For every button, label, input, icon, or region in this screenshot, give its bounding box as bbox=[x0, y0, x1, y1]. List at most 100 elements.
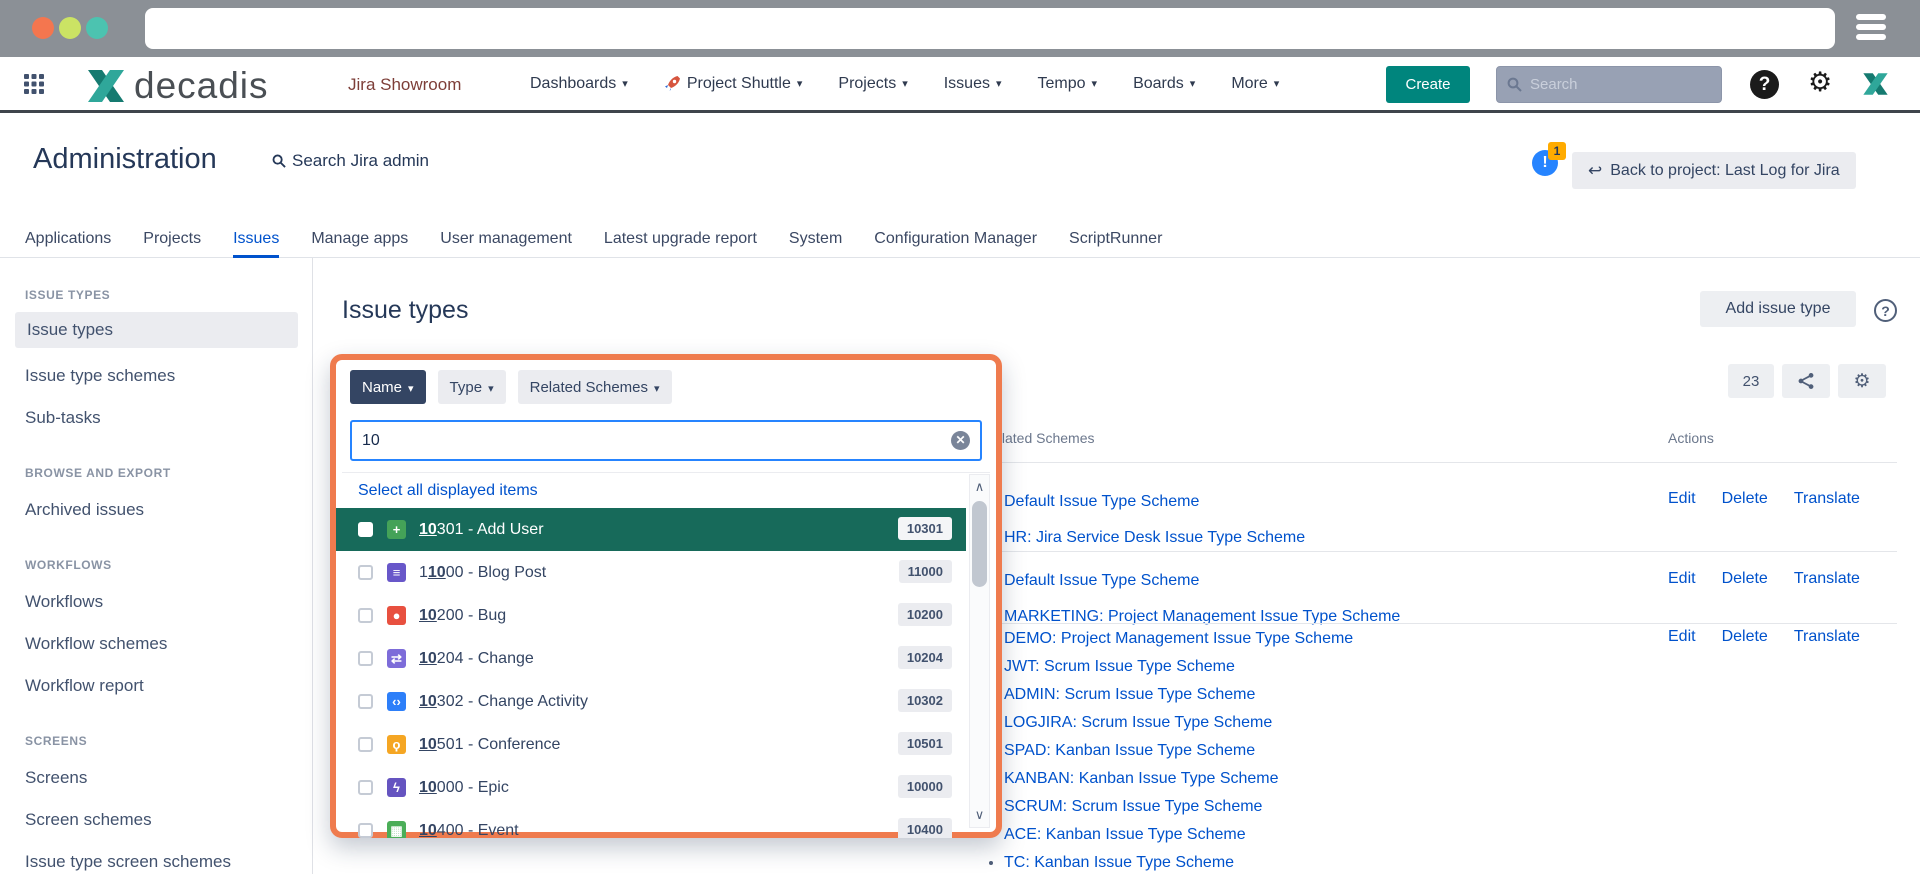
share-button[interactable] bbox=[1782, 364, 1830, 398]
checkbox[interactable] bbox=[358, 565, 373, 580]
delete-link[interactable]: Delete bbox=[1722, 570, 1768, 588]
menu-projects[interactable]: Projects▾ bbox=[838, 75, 907, 93]
admin-gear-icon[interactable]: ⚙ bbox=[1808, 67, 1832, 98]
scroll-down-icon[interactable]: ∨ bbox=[970, 807, 989, 823]
tab-projects[interactable]: Projects bbox=[143, 222, 201, 258]
sidebar-item-archived-issues[interactable]: Archived issues bbox=[25, 490, 312, 532]
tab-scriptrunner[interactable]: ScriptRunner bbox=[1069, 222, 1162, 258]
checkbox[interactable] bbox=[358, 651, 373, 666]
user-avatar-decadis-icon[interactable] bbox=[1862, 71, 1889, 97]
tab-user-management[interactable]: User management bbox=[440, 222, 572, 258]
app-switcher-icon[interactable] bbox=[22, 72, 46, 96]
sidebar-item-workflow-report[interactable]: Workflow report bbox=[25, 666, 312, 708]
scheme-link[interactable]: DEMO: Project Management Issue Type Sche… bbox=[1004, 630, 1353, 647]
scheme-link[interactable]: TC: Kanban Issue Type Scheme bbox=[1004, 854, 1234, 871]
filter-search-input[interactable] bbox=[362, 432, 951, 450]
delete-link[interactable]: Delete bbox=[1722, 490, 1768, 508]
edit-link[interactable]: Edit bbox=[1668, 490, 1696, 508]
sidebar-item-workflow-schemes[interactable]: Workflow schemes bbox=[25, 624, 312, 666]
sidebar-item-sub-tasks[interactable]: Sub-tasks bbox=[25, 398, 312, 440]
scheme-link[interactable]: KANBAN: Kanban Issue Type Scheme bbox=[1004, 770, 1279, 787]
browser-menu-icon[interactable] bbox=[1856, 14, 1894, 44]
add-issue-type-button[interactable]: Add issue type bbox=[1700, 291, 1856, 327]
sidebar-item-workflows[interactable]: Workflows bbox=[25, 582, 312, 624]
table-row-actions: Edit Delete Translate bbox=[1668, 628, 1860, 646]
window-minimize-dot[interactable] bbox=[59, 17, 81, 39]
menu-dashboards[interactable]: Dashboards▾ bbox=[530, 75, 628, 93]
list-item-event[interactable]: ▦ 10400 - Event 10400 bbox=[336, 809, 966, 838]
list-item-epic[interactable]: ϟ 10000 - Epic 10000 bbox=[336, 766, 966, 809]
checkbox[interactable] bbox=[358, 823, 373, 838]
add-user-issue-icon: + bbox=[387, 520, 406, 539]
sidebar-item-screens[interactable]: Screens bbox=[25, 758, 312, 800]
change-issue-icon: ⇄ bbox=[387, 649, 406, 668]
sidebar-item-screen-schemes[interactable]: Screen schemes bbox=[25, 800, 312, 842]
menu-boards[interactable]: Boards▾ bbox=[1133, 75, 1195, 93]
list-item-add-user[interactable]: + 10301 - Add User 10301 bbox=[336, 508, 966, 551]
edit-link[interactable]: Edit bbox=[1668, 628, 1696, 646]
list-item-change-activity[interactable]: ‹› 10302 - Change Activity 10302 bbox=[336, 680, 966, 723]
sidebar-item-issue-type-schemes[interactable]: Issue type schemes bbox=[25, 356, 312, 398]
scheme-link[interactable]: ACE: Kanban Issue Type Scheme bbox=[1004, 826, 1246, 843]
window-maximize-dot[interactable] bbox=[86, 17, 108, 39]
tab-applications[interactable]: Applications bbox=[25, 222, 111, 258]
help-icon[interactable]: ? bbox=[1750, 70, 1779, 99]
url-bar[interactable] bbox=[145, 8, 1835, 49]
filter-name-button[interactable]: Name▾ bbox=[350, 370, 426, 404]
scroll-up-icon[interactable]: ∧ bbox=[970, 479, 989, 495]
navbar-search-input[interactable] bbox=[1530, 76, 1700, 93]
scrollbar-thumb[interactable] bbox=[972, 501, 987, 587]
checkbox[interactable] bbox=[358, 737, 373, 752]
scheme-link[interactable]: JWT: Scrum Issue Type Scheme bbox=[1004, 658, 1235, 675]
issue-type-id-badge: 10000 bbox=[898, 775, 952, 798]
select-all-link[interactable]: Select all displayed items bbox=[358, 482, 538, 500]
scheme-link[interactable]: SPAD: Kanban Issue Type Scheme bbox=[1004, 742, 1255, 759]
notification-icon[interactable]: ! 1 bbox=[1532, 142, 1576, 182]
tab-system[interactable]: System bbox=[789, 222, 842, 258]
back-to-project-button[interactable]: ↩ Back to project: Last Log for Jira bbox=[1572, 152, 1856, 189]
translate-link[interactable]: Translate bbox=[1794, 570, 1860, 588]
scheme-link[interactable]: SCRUM: Scrum Issue Type Scheme bbox=[1004, 798, 1262, 815]
admin-search[interactable]: Search Jira admin bbox=[272, 151, 429, 171]
list-scrollbar[interactable]: ∧ ∨ bbox=[969, 474, 990, 828]
decadis-logo[interactable]: decadis bbox=[86, 65, 269, 107]
help-circle-icon[interactable]: ? bbox=[1874, 299, 1897, 322]
list-item-bug[interactable]: ● 10200 - Bug 10200 bbox=[336, 594, 966, 637]
sidebar-item-issue-types[interactable]: Issue types bbox=[15, 312, 298, 348]
list-item-conference[interactable]: ϙ 10501 - Conference 10501 bbox=[336, 723, 966, 766]
tab-issues[interactable]: Issues bbox=[233, 222, 279, 258]
translate-link[interactable]: Translate bbox=[1794, 628, 1860, 646]
checkbox[interactable] bbox=[358, 780, 373, 795]
list-item: ADMIN: Scrum Issue Type Scheme bbox=[1004, 681, 1353, 709]
scheme-link[interactable]: Default Issue Type Scheme bbox=[1004, 493, 1199, 510]
checkbox[interactable] bbox=[358, 694, 373, 709]
menu-tempo[interactable]: Tempo▾ bbox=[1038, 75, 1098, 93]
clear-search-icon[interactable]: ✕ bbox=[951, 431, 970, 450]
tab-latest-upgrade-report[interactable]: Latest upgrade report bbox=[604, 222, 757, 258]
checkbox[interactable] bbox=[358, 522, 373, 537]
result-count-badge[interactable]: 23 bbox=[1728, 364, 1774, 398]
filter-related-schemes-button[interactable]: Related Schemes▾ bbox=[518, 370, 672, 404]
list-item-change[interactable]: ⇄ 10204 - Change 10204 bbox=[336, 637, 966, 680]
menu-issues[interactable]: Issues▾ bbox=[944, 75, 1002, 93]
table-settings-button[interactable]: ⚙ bbox=[1838, 364, 1886, 398]
navbar-search[interactable] bbox=[1496, 66, 1722, 103]
tab-manage-apps[interactable]: Manage apps bbox=[311, 222, 408, 258]
delete-link[interactable]: Delete bbox=[1722, 628, 1768, 646]
window-close-dot[interactable] bbox=[32, 17, 54, 39]
filter-type-button[interactable]: Type▾ bbox=[438, 370, 506, 404]
list-item-blog-post[interactable]: ≡ 11000 - Blog Post 11000 bbox=[336, 551, 966, 594]
sidebar-item-issue-type-screen-schemes[interactable]: Issue type screen schemes bbox=[25, 842, 312, 884]
create-button[interactable]: Create bbox=[1386, 66, 1470, 103]
scheme-link[interactable]: LOGJIRA: Scrum Issue Type Scheme bbox=[1004, 714, 1272, 731]
checkbox[interactable] bbox=[358, 608, 373, 623]
scheme-link[interactable]: HR: Jira Service Desk Issue Type Scheme bbox=[1004, 529, 1305, 546]
filter-search-field[interactable]: ✕ bbox=[350, 420, 982, 461]
edit-link[interactable]: Edit bbox=[1668, 570, 1696, 588]
menu-project-shuttle[interactable]: Project Shuttle▾ bbox=[664, 75, 803, 93]
scheme-link[interactable]: Default Issue Type Scheme bbox=[1004, 572, 1199, 589]
translate-link[interactable]: Translate bbox=[1794, 490, 1860, 508]
scheme-link[interactable]: ADMIN: Scrum Issue Type Scheme bbox=[1004, 686, 1255, 703]
tab-configuration-manager[interactable]: Configuration Manager bbox=[874, 222, 1037, 258]
menu-more[interactable]: More▾ bbox=[1231, 75, 1279, 93]
